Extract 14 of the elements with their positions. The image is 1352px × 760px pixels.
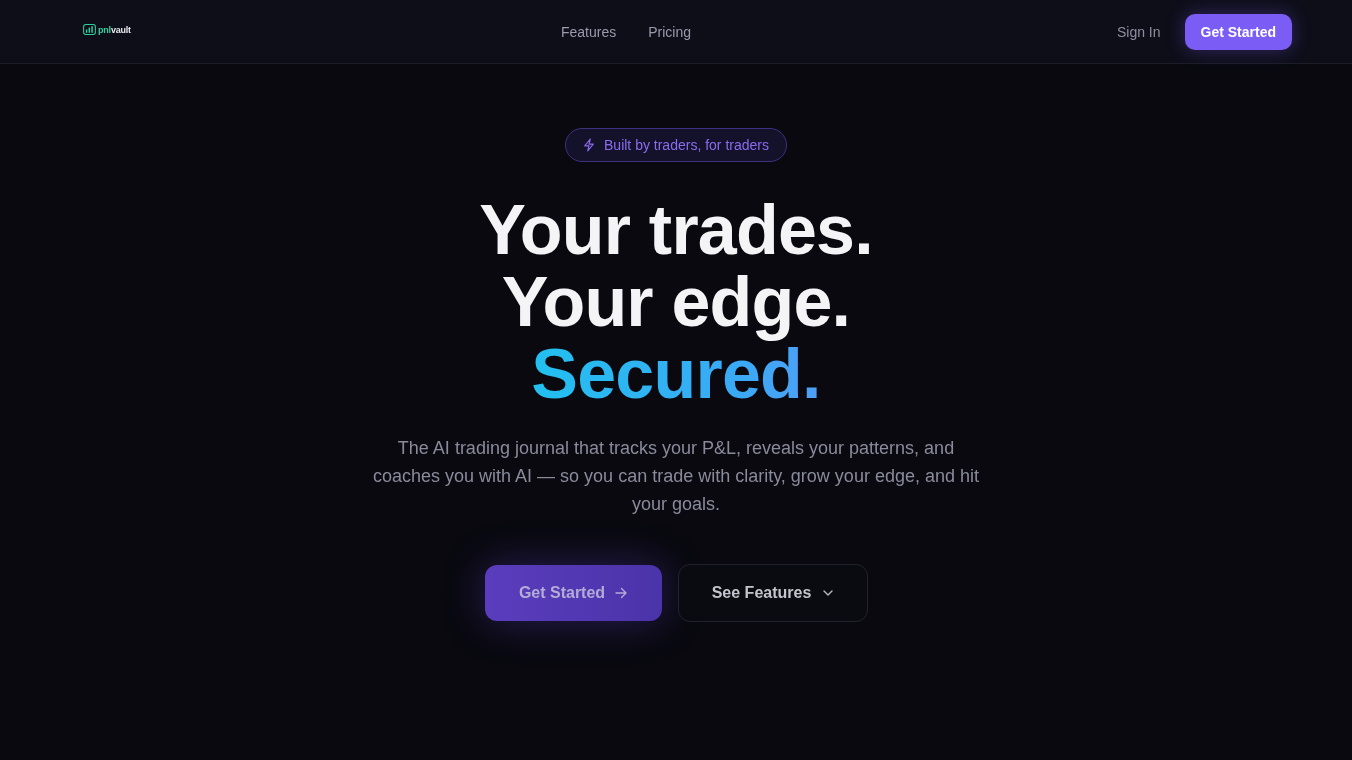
chevron-down-icon: [823, 590, 834, 596]
nav-link[interactable]: Features: [561, 23, 617, 40]
headline-line: Your trades.: [479, 194, 873, 266]
lightning-bolt-icon: [583, 138, 595, 152]
arrow-right-icon: [615, 587, 628, 599]
chart-bars-logo-icon: [83, 24, 96, 35]
nav-link[interactable]: Pricing: [648, 23, 692, 40]
badge-text: Built by traders, for traders: [604, 137, 769, 153]
sign-in-link[interactable]: Sign In: [1116, 23, 1161, 40]
hero-description: The AI trading journal that tracks your P&L, reveals your patterns, and coaches you with AI — so you can trade with clarity, grow your edge, and hit your goals.: [372, 437, 980, 516]
get-started-button[interactable]: Get Started: [1184, 13, 1292, 50]
get-started-button[interactable]: Get Started: [484, 565, 662, 621]
brand-logo-text: pnlvault: [98, 24, 131, 35]
see-features-button[interactable]: See Features: [677, 564, 868, 622]
